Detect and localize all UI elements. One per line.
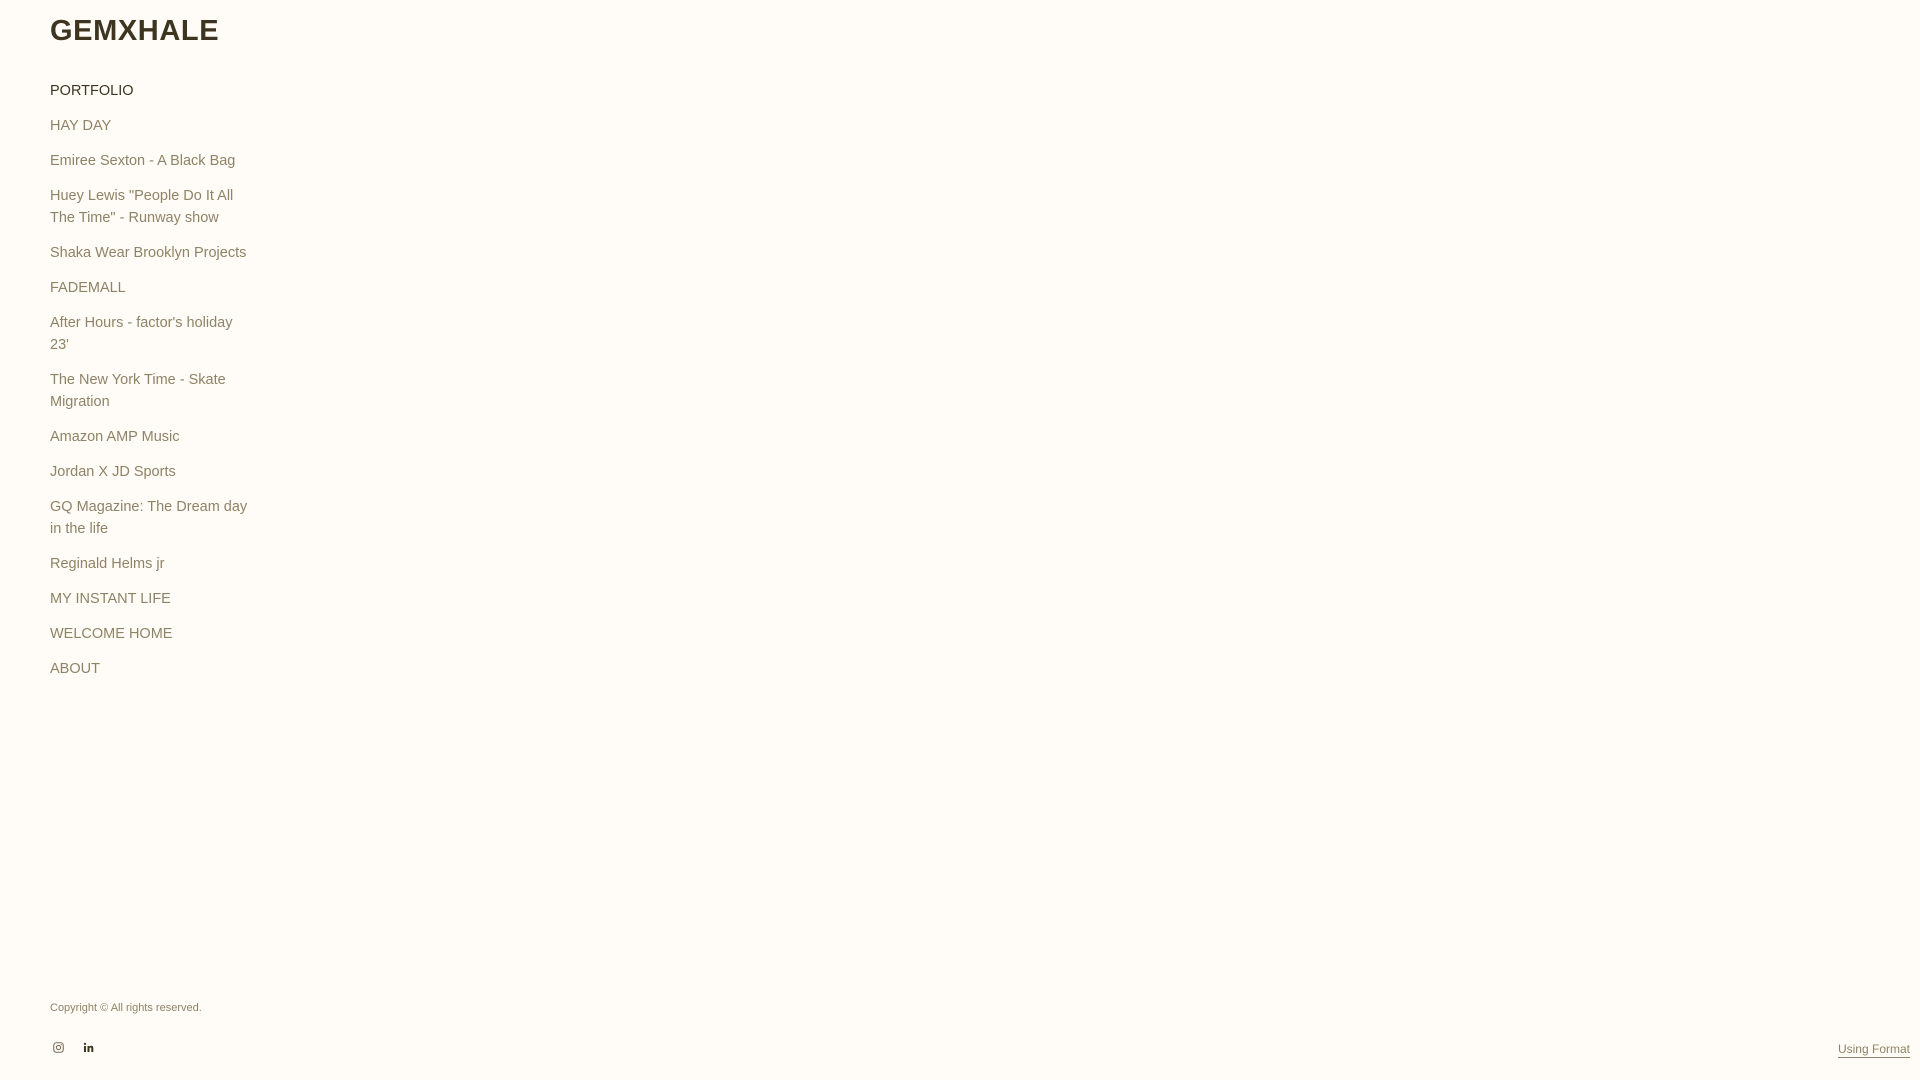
linkedin-icon xyxy=(83,1040,94,1058)
nav-link-after-hours[interactable]: After Hours - factor's holiday 23' xyxy=(50,312,250,356)
nav-link-gq-magazine[interactable]: GQ Magazine: The Dream day in the life xyxy=(50,496,250,540)
using-format-link[interactable]: Using Format xyxy=(1837,1042,1910,1058)
nav-link-jordan-jd[interactable]: Jordan X JD Sports xyxy=(50,461,250,483)
instagram-link[interactable] xyxy=(50,1041,66,1057)
nav-link-portfolio[interactable]: PORTFOLIO xyxy=(50,80,250,102)
nav-link-fademall[interactable]: FADEMALL xyxy=(50,277,250,299)
nav-link-about[interactable]: ABOUT xyxy=(50,658,250,680)
nav-link-shaka-wear[interactable]: Shaka Wear Brooklyn Projects xyxy=(50,242,250,264)
nav-item-portfolio: PORTFOLIO xyxy=(50,80,250,102)
nav-item-amazon-amp: Amazon AMP Music xyxy=(50,426,250,448)
nav-item-about: ABOUT xyxy=(50,658,250,680)
nav-link-emiree-sexton[interactable]: Emiree Sexton - A Black Bag xyxy=(50,150,250,172)
copyright-text: Copyright © All rights reserved. xyxy=(50,1002,202,1014)
nav-link-huey-lewis[interactable]: Huey Lewis "People Do It All The Time" -… xyxy=(50,185,250,229)
site-title[interactable]: GEMXHALE xyxy=(50,15,219,48)
nav-link-my-instant-life[interactable]: MY INSTANT LIFE xyxy=(50,588,250,610)
nav-item-emiree-sexton: Emiree Sexton - A Black Bag xyxy=(50,150,250,172)
nav-item-shaka-wear: Shaka Wear Brooklyn Projects xyxy=(50,242,250,264)
nav-link-reginald-helms[interactable]: Reginald Helms jr xyxy=(50,553,250,575)
social-links xyxy=(50,1041,96,1057)
nav-item-jordan-jd: Jordan X JD Sports xyxy=(50,461,250,483)
nav-item-gq-magazine: GQ Magazine: The Dream day in the life xyxy=(50,496,250,540)
nav-item-new-york-time: The New York Time - Skate Migration xyxy=(50,369,250,413)
nav-menu: PORTFOLIO HAY DAY Emiree Sexton - A Blac… xyxy=(50,80,250,693)
linkedin-link[interactable] xyxy=(80,1041,96,1057)
nav-item-huey-lewis: Huey Lewis "People Do It All The Time" -… xyxy=(50,185,250,229)
nav-item-hay-day: HAY DAY xyxy=(50,115,250,137)
instagram-icon xyxy=(52,1040,64,1058)
nav-link-new-york-time[interactable]: The New York Time - Skate Migration xyxy=(50,369,250,413)
nav-item-welcome-home: WELCOME HOME xyxy=(50,623,250,645)
nav-item-after-hours: After Hours - factor's holiday 23' xyxy=(50,312,250,356)
page: GEMXHALE PORTFOLIO HAY DAY Emiree Sexton… xyxy=(0,0,1920,1080)
nav-item-my-instant-life: MY INSTANT LIFE xyxy=(50,588,250,610)
nav-link-amazon-amp[interactable]: Amazon AMP Music xyxy=(50,426,250,448)
nav-item-reginald-helms: Reginald Helms jr xyxy=(50,553,250,575)
nav-item-fademall: FADEMALL xyxy=(50,277,250,299)
nav-link-hay-day[interactable]: HAY DAY xyxy=(50,115,250,137)
nav-link-welcome-home[interactable]: WELCOME HOME xyxy=(50,623,250,645)
